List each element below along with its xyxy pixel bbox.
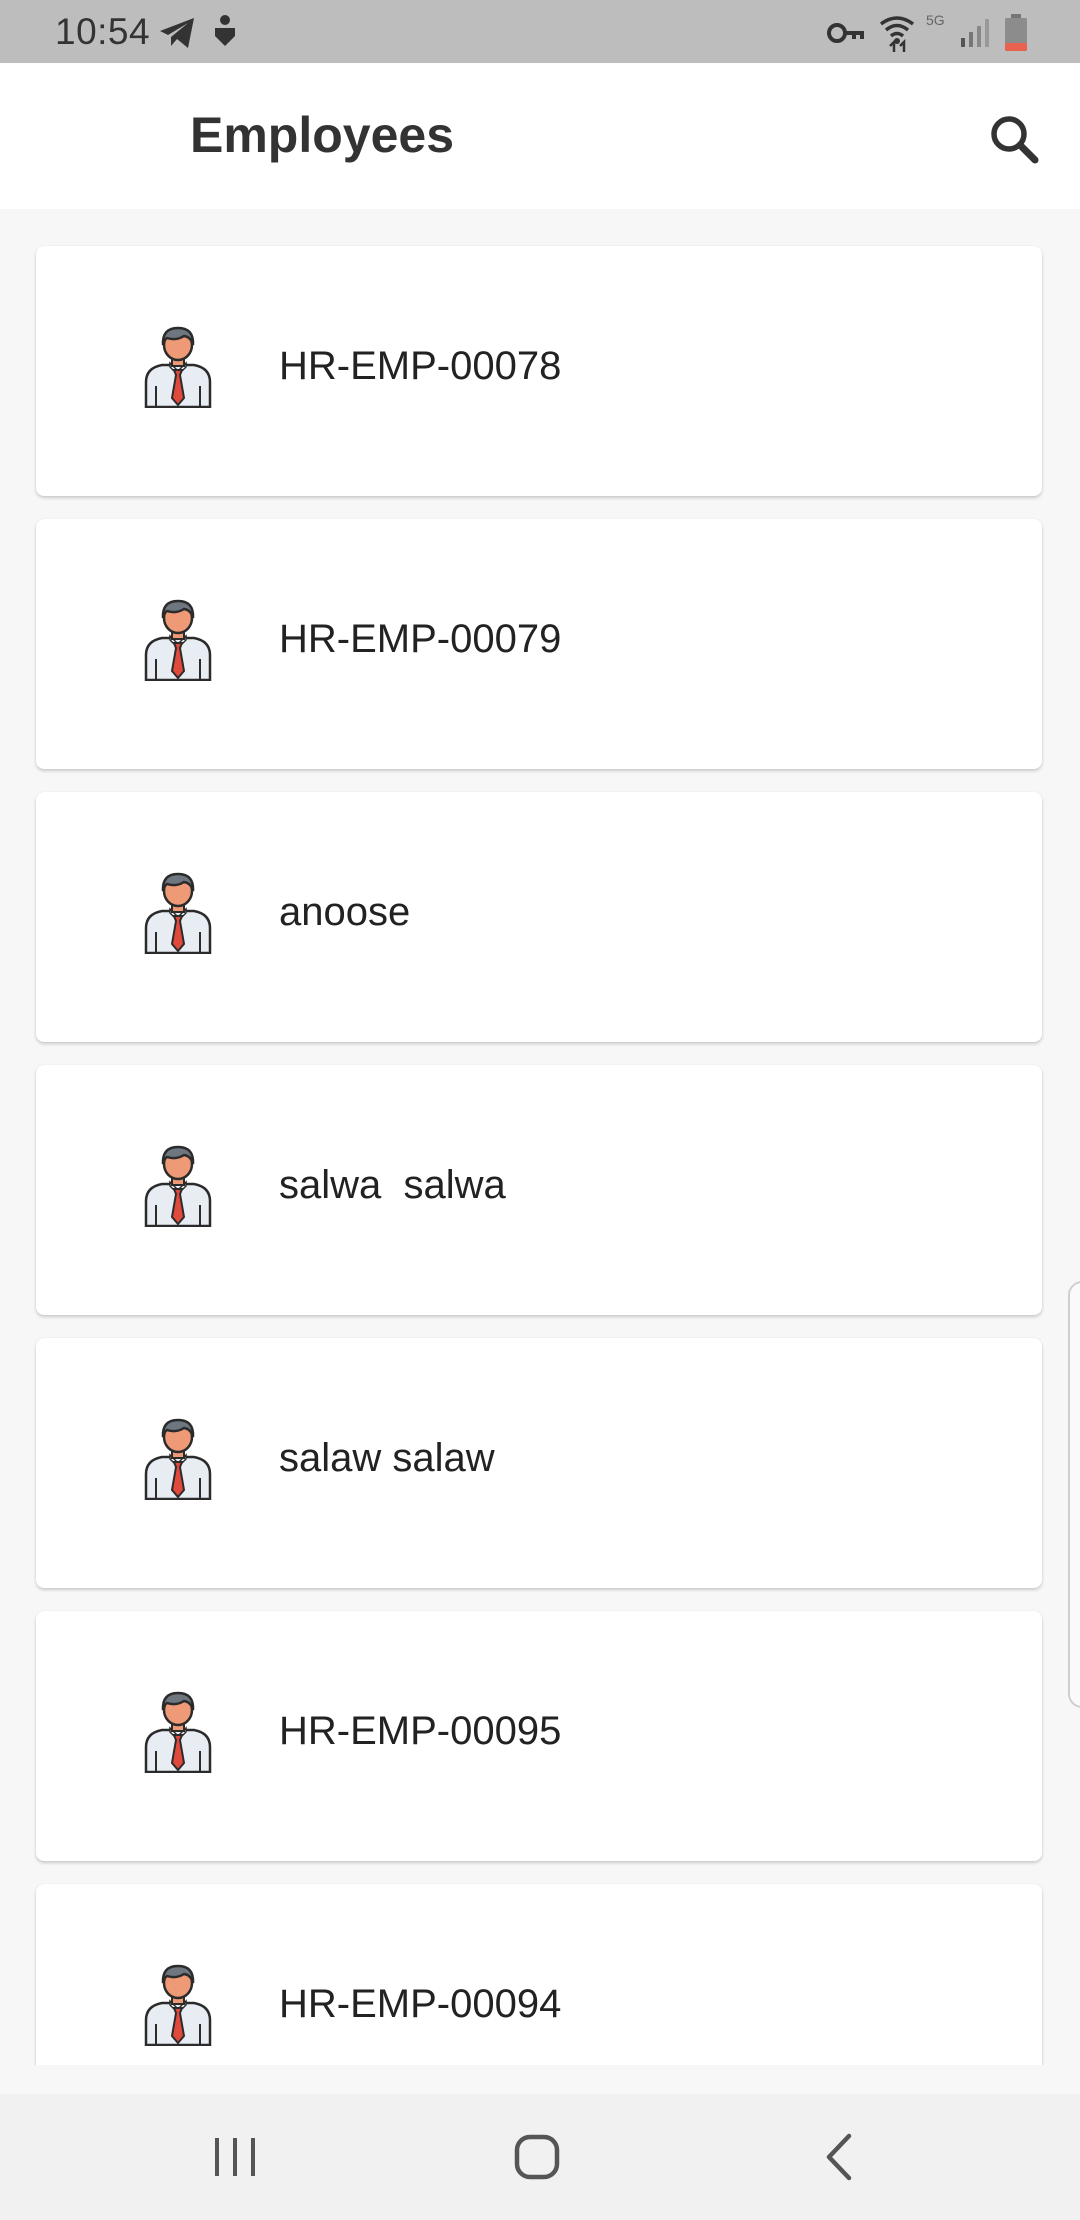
employee-card[interactable]: HR-EMP-00079: [36, 519, 1042, 769]
employee-avatar-icon: [136, 1962, 220, 2046]
employee-name: HR-EMP-00079: [279, 617, 562, 661]
employee-avatar-icon: [136, 870, 220, 954]
app-bar: Employees: [0, 63, 1080, 209]
navigation-bar: [0, 2094, 1080, 2220]
recent-apps-button[interactable]: [195, 2117, 275, 2197]
employee-name: HR-EMP-00094: [279, 1982, 562, 2026]
employee-avatar-icon: [136, 1143, 220, 1227]
signal-icon: [960, 16, 994, 48]
employee-name: salaw salaw: [279, 1436, 495, 1480]
battery-icon: [1004, 14, 1028, 52]
employee-avatar-icon: [136, 324, 220, 408]
employee-card[interactable]: salaw salaw: [36, 1338, 1042, 1588]
home-icon: [514, 2134, 560, 2180]
employee-avatar-icon: [136, 1689, 220, 1773]
employee-card[interactable]: anoose: [36, 792, 1042, 1042]
back-icon: [826, 2133, 852, 2181]
employee-card[interactable]: HR-EMP-00094: [36, 1884, 1042, 2065]
status-time: 10:54: [55, 11, 151, 52]
employee-name: HR-EMP-00095: [279, 1709, 562, 1753]
scroll-handle[interactable]: [1068, 1281, 1080, 1708]
employee-card[interactable]: salwa salwa: [36, 1065, 1042, 1315]
employee-card[interactable]: HR-EMP-00078: [36, 246, 1042, 496]
wifi-icon: [878, 12, 916, 52]
5g-icon: 5G: [926, 12, 945, 28]
status-bar: 10:54 5G: [0, 0, 1080, 63]
search-button[interactable]: [978, 103, 1054, 179]
back-button[interactable]: [800, 2117, 880, 2197]
employee-name: HR-EMP-00078: [279, 344, 562, 388]
telegram-icon: [158, 16, 196, 50]
employee-avatar-icon: [136, 597, 220, 681]
employee-avatar-icon: [136, 1416, 220, 1500]
employee-list[interactable]: HR-EMP-00078 HR-EMP-00079 anoose salwa salw…: [0, 209, 1080, 2065]
download-arrow-icon: [210, 14, 240, 50]
page-title: Employees: [190, 107, 455, 163]
employee-name: anoose: [279, 890, 411, 934]
home-button[interactable]: [497, 2117, 577, 2197]
employee-card[interactable]: HR-EMP-00095: [36, 1611, 1042, 1861]
vpn-key-icon: [826, 18, 866, 48]
employee-name: salwa salwa: [279, 1163, 506, 1207]
recent-apps-icon: [215, 2138, 255, 2176]
search-icon: [991, 116, 1039, 164]
